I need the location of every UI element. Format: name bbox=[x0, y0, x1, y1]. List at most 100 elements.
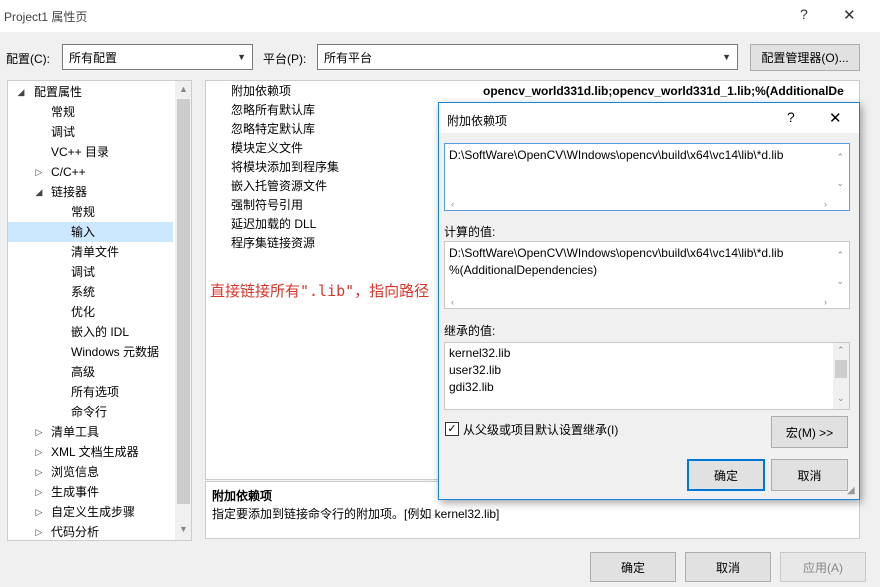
dialog-ok-button[interactable]: 确定 bbox=[687, 459, 765, 491]
inherit-checkbox-row[interactable]: ✓ 从父级或项目默认设置继承(I) bbox=[445, 421, 618, 437]
tree-item[interactable]: 高级 bbox=[8, 362, 173, 382]
property-name: 将模块添加到程序集 bbox=[231, 160, 340, 174]
tree-item[interactable]: 常规 bbox=[8, 102, 173, 122]
apply-button[interactable]: 应用(A) bbox=[780, 552, 866, 582]
tree-item[interactable]: ▷ 浏览信息 bbox=[8, 462, 173, 482]
chevron-up-icon[interactable]: ⌃ bbox=[836, 250, 844, 261]
chevron-up-icon[interactable]: ⌃ bbox=[836, 152, 844, 163]
chevron-down-icon: ▼ bbox=[237, 52, 246, 62]
property-name: 延迟加载的 DLL bbox=[231, 217, 317, 231]
tree-item[interactable]: ▷ C/C++ bbox=[8, 162, 173, 182]
expand-icon[interactable]: ▷ bbox=[33, 502, 45, 522]
property-value[interactable]: opencv_world331d.lib;opencv_world331d_1.… bbox=[483, 82, 844, 101]
collapse-icon[interactable]: ◢ bbox=[15, 82, 27, 102]
expand-icon[interactable]: ▷ bbox=[33, 482, 45, 502]
scroll-thumb[interactable] bbox=[177, 99, 190, 504]
property-name: 模块定义文件 bbox=[231, 141, 304, 155]
platform-dropdown[interactable]: 所有平台 ▼ bbox=[317, 44, 738, 70]
computed-line: %(AdditionalDependencies) bbox=[449, 263, 598, 277]
expand-icon[interactable]: ▷ bbox=[33, 162, 45, 182]
cancel-button[interactable]: 取消 bbox=[685, 552, 771, 582]
tree-item[interactable]: 嵌入的 IDL bbox=[8, 322, 173, 342]
additional-dependencies-dialog: 附加依赖项 ? ✕ D:\SoftWare\OpenCV\WIndows\ope… bbox=[438, 102, 860, 500]
tree-item[interactable]: 优化 bbox=[8, 302, 173, 322]
config-manager-button[interactable]: 配置管理器(O)... bbox=[750, 44, 860, 71]
collapse-icon[interactable]: ◢ bbox=[33, 182, 45, 202]
chevron-down-icon[interactable]: ⌄ bbox=[836, 276, 844, 287]
annotation-text: 直接链接所有".lib"，指向路径 bbox=[210, 282, 430, 300]
inherited-values-list: kernel32.lib user32.lib gdi32.lib ⌃ ⌄ bbox=[444, 342, 850, 410]
scroll-up-icon[interactable]: ▲ bbox=[179, 84, 188, 94]
property-name: 程序集链接资源 bbox=[231, 236, 316, 250]
tree-item[interactable]: ▷ 清单工具 bbox=[8, 422, 173, 442]
inherited-scrollbar[interactable]: ⌃ ⌄ bbox=[833, 343, 849, 409]
chevron-down-icon: ▼ bbox=[722, 52, 731, 62]
scroll-thumb[interactable] bbox=[835, 360, 847, 378]
tree-item-label: Windows 元数据 bbox=[71, 345, 160, 359]
chevron-right-icon[interactable]: › bbox=[824, 297, 827, 307]
property-row[interactable]: 附加依赖项 opencv_world331d.lib;opencv_world33… bbox=[206, 82, 859, 101]
config-label: 配置(C): bbox=[6, 52, 50, 66]
chevron-left-icon[interactable]: ‹ bbox=[451, 297, 454, 307]
close-icon[interactable]: ✕ bbox=[843, 6, 856, 24]
tree-item[interactable]: ▷ 生成事件 bbox=[8, 482, 173, 502]
inherited-line: user32.lib bbox=[449, 363, 502, 377]
tree-item[interactable]: 系统 bbox=[8, 282, 173, 302]
expand-icon[interactable]: ▷ bbox=[33, 422, 45, 442]
tree-item[interactable]: ▷ XML 文档生成器 bbox=[8, 442, 173, 462]
tree-item[interactable]: ▷ 代码分析 bbox=[8, 522, 173, 540]
expand-icon[interactable]: ▷ bbox=[33, 442, 45, 462]
tree-item-label: 常规 bbox=[71, 205, 96, 219]
chevron-right-icon[interactable]: › bbox=[824, 199, 827, 209]
expand-icon[interactable]: ▷ bbox=[33, 522, 45, 540]
inherited-line: gdi32.lib bbox=[449, 380, 494, 394]
tree-item-label: 清单工具 bbox=[51, 425, 100, 439]
dialog-title: 附加依赖项 bbox=[447, 114, 508, 128]
chevron-down-icon[interactable]: ⌄ bbox=[836, 178, 844, 189]
help-icon[interactable]: ? bbox=[787, 109, 795, 125]
inherit-checkbox[interactable]: ✓ bbox=[445, 422, 459, 436]
tree-item-label: C/C++ bbox=[51, 165, 86, 179]
expand-icon[interactable]: ▷ bbox=[33, 462, 45, 482]
tree-item-label: 系统 bbox=[71, 285, 96, 299]
tree-item-label: 生成事件 bbox=[51, 485, 100, 499]
chevron-down-icon[interactable]: ⌄ bbox=[837, 393, 845, 404]
chevron-left-icon[interactable]: ‹ bbox=[451, 199, 454, 209]
tree-item-label: VC++ 目录 bbox=[51, 145, 110, 159]
close-icon[interactable]: ✕ bbox=[829, 109, 842, 127]
config-dropdown[interactable]: 所有配置 ▼ bbox=[62, 44, 253, 70]
description-title: 附加依赖项 bbox=[212, 489, 273, 503]
tree-item[interactable]: 输入 bbox=[8, 222, 173, 242]
macro-button[interactable]: 宏(M) >> bbox=[771, 416, 848, 448]
tree-item-label: 调试 bbox=[51, 125, 76, 139]
property-name: 附加依赖项 bbox=[231, 84, 292, 98]
tree-scrollbar[interactable]: ▲ ▼ bbox=[175, 81, 191, 540]
help-icon[interactable]: ? bbox=[800, 6, 808, 22]
tree-item[interactable]: ▷ 自定义生成步骤 bbox=[8, 502, 173, 522]
title-bar: Project1 属性页 ? ✕ bbox=[0, 0, 880, 32]
platform-label: 平台(P): bbox=[263, 52, 307, 66]
tree-item[interactable]: 所有选项 bbox=[8, 382, 173, 402]
tree-item-label: 嵌入的 IDL bbox=[71, 325, 130, 339]
tree-item[interactable]: VC++ 目录 bbox=[8, 142, 173, 162]
resize-grip-icon[interactable]: ◢ bbox=[847, 485, 855, 496]
inherited-values-label: 继承的值: bbox=[444, 324, 496, 338]
tree-item[interactable]: 常规 bbox=[8, 202, 173, 222]
tree-item[interactable]: Windows 元数据 bbox=[8, 342, 173, 362]
tree-item-label: XML 文档生成器 bbox=[51, 445, 139, 459]
tree-item[interactable]: 调试 bbox=[8, 122, 173, 142]
tree-item[interactable]: 调试 bbox=[8, 262, 173, 282]
tree-item[interactable]: 命令行 bbox=[8, 402, 173, 422]
ok-button[interactable]: 确定 bbox=[590, 552, 676, 582]
tree-list: ◢ 配置属性 常规 调试 VC++ 目录 ▷ C/C++ ◢ 链接器 常规 输入 清单文件 调试 系统 优化… bbox=[8, 81, 175, 540]
dependencies-edit-field[interactable]: D:\SoftWare\OpenCV\WIndows\opencv\build\… bbox=[444, 143, 850, 211]
tree-item[interactable]: ◢ 配置属性 bbox=[8, 82, 173, 102]
tree-item[interactable]: 清单文件 bbox=[8, 242, 173, 262]
dialog-cancel-button[interactable]: 取消 bbox=[771, 459, 848, 491]
scroll-down-icon[interactable]: ▼ bbox=[179, 524, 188, 534]
tree-item[interactable]: ◢ 链接器 bbox=[8, 182, 173, 202]
chevron-up-icon[interactable]: ⌃ bbox=[837, 345, 845, 356]
description-text: 指定要添加到链接命令行的附加项。[例如 kernel32.lib] bbox=[212, 507, 500, 521]
property-name: 强制符号引用 bbox=[231, 198, 304, 212]
tree-item-label: 常规 bbox=[51, 105, 76, 119]
